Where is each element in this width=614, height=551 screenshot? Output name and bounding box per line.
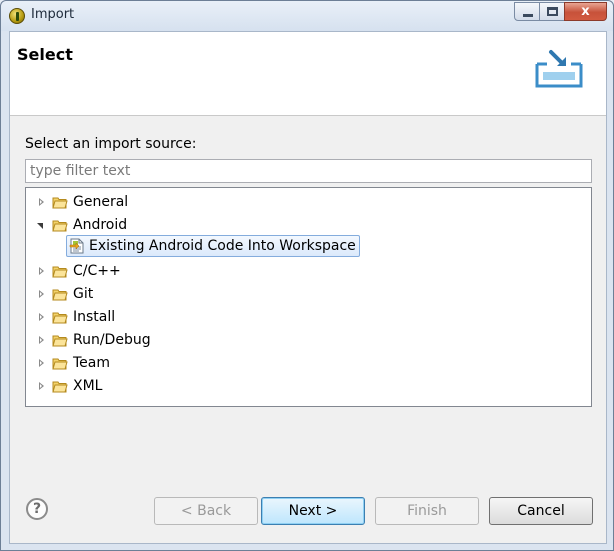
tree-item-c-cpp[interactable]: C/C++ [36, 260, 121, 282]
tree-item-team[interactable]: Team [36, 352, 110, 374]
tree-item-label: General [73, 194, 129, 210]
tree-item-run-debug[interactable]: Run/Debug [36, 329, 151, 351]
finish-button[interactable]: Finish [375, 497, 479, 525]
help-icon[interactable]: ? [26, 498, 48, 520]
expand-arrow-icon[interactable] [36, 358, 46, 368]
window-title: Import [31, 7, 75, 22]
cancel-button[interactable]: Cancel [489, 497, 593, 525]
expand-arrow-icon[interactable] [36, 266, 46, 276]
expand-arrow-icon[interactable] [36, 312, 46, 322]
maximize-button[interactable] [539, 2, 565, 21]
folder-open-icon [52, 220, 68, 231]
import-source-tree[interactable]: General Android Existing Android Code In… [25, 187, 592, 407]
title-bar[interactable]: Import x [1, 1, 613, 31]
tree-item-install[interactable]: Install [36, 306, 115, 328]
expand-arrow-icon[interactable] [36, 289, 46, 299]
tree-item-label: C/C++ [73, 263, 121, 279]
minimize-icon [523, 14, 533, 17]
minimize-button[interactable] [514, 2, 540, 21]
close-button[interactable]: x [564, 2, 607, 21]
tree-item-label: Existing Android Code Into Workspace [89, 238, 356, 254]
tree-item-xml[interactable]: XML [36, 375, 102, 397]
import-wizard-icon [535, 50, 583, 88]
next-button[interactable]: Next > [261, 497, 365, 525]
tree-item-label: Run/Debug [73, 332, 151, 348]
collapse-arrow-icon[interactable] [36, 220, 46, 230]
tree-item-git[interactable]: Git [36, 283, 93, 305]
wizard-banner: Select [10, 32, 606, 116]
folder-icon [52, 335, 68, 346]
tree-item-existing-android-code[interactable]: Existing Android Code Into Workspace [66, 235, 360, 257]
eclipse-app-icon [9, 8, 25, 24]
expand-arrow-icon[interactable] [36, 335, 46, 345]
expand-arrow-icon[interactable] [36, 197, 46, 207]
tree-item-android[interactable]: Android [36, 214, 127, 236]
close-icon: x [581, 4, 590, 19]
tree-item-label: Install [73, 309, 116, 325]
filter-input[interactable] [25, 159, 592, 183]
android-import-icon [69, 238, 84, 254]
page-title: Select [17, 45, 73, 64]
folder-icon [52, 197, 68, 208]
folder-icon [52, 358, 68, 369]
dialog-body: Select Select an import source: General [9, 31, 607, 544]
expand-arrow-icon[interactable] [36, 381, 46, 391]
folder-icon [52, 381, 68, 392]
tree-item-label: Team [73, 355, 111, 371]
tree-item-label: Git [73, 286, 94, 302]
folder-icon [52, 312, 68, 323]
tree-item-label: XML [73, 378, 103, 394]
maximize-icon [547, 7, 558, 16]
back-button[interactable]: < Back [154, 497, 258, 525]
import-source-label: Select an import source: [25, 136, 197, 152]
window-controls: x [514, 2, 607, 21]
import-dialog-window: Import x Select Select an import source: [0, 0, 614, 551]
tree-item-general[interactable]: General [36, 191, 128, 213]
tree-item-label: Android [73, 217, 128, 233]
folder-icon [52, 266, 68, 277]
folder-icon [52, 289, 68, 300]
